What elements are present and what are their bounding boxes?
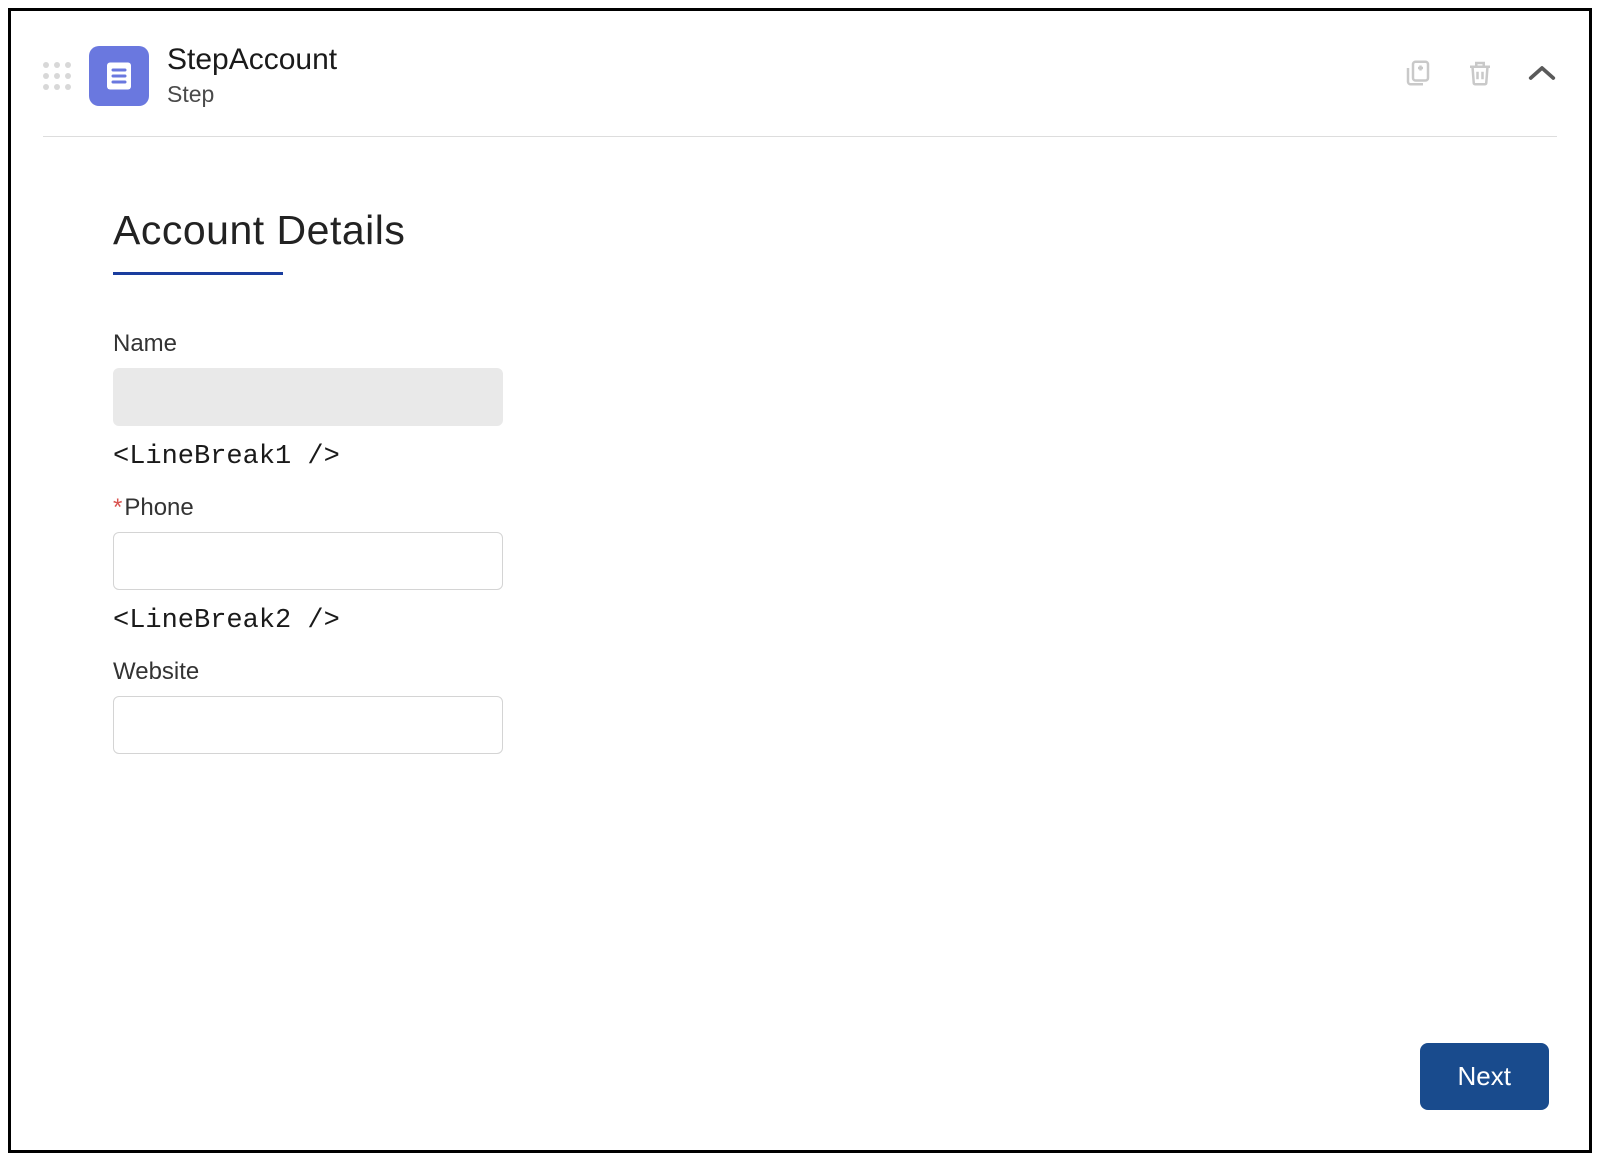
chevron-up-icon[interactable] (1527, 63, 1557, 88)
header-actions (1403, 58, 1557, 93)
phone-label: *Phone (113, 494, 1557, 522)
footer: Next (1420, 1043, 1549, 1110)
step-document-icon (89, 46, 149, 106)
heading-underline (113, 272, 283, 275)
required-asterisk-icon: * (113, 494, 122, 521)
linebreak1-tag: <LineBreak1 /> (113, 442, 1557, 472)
copy-icon[interactable] (1403, 58, 1433, 93)
step-panel: StepAccount Step (8, 8, 1592, 1153)
next-button[interactable]: Next (1420, 1043, 1549, 1110)
trash-icon[interactable] (1465, 58, 1495, 93)
step-title: StepAccount (167, 43, 337, 77)
name-label: Name (113, 330, 1557, 358)
website-label: Website (113, 658, 1557, 686)
form-content: Account Details Name <LineBreak1 /> *Pho… (43, 137, 1557, 754)
linebreak2-tag: <LineBreak2 /> (113, 606, 1557, 636)
header-left: StepAccount Step (43, 43, 337, 108)
phone-input[interactable] (113, 532, 503, 590)
step-subtitle: Step (167, 81, 337, 108)
phone-label-text: Phone (124, 494, 193, 521)
title-block: StepAccount Step (167, 43, 337, 108)
name-field-group: Name (113, 330, 1557, 426)
section-heading: Account Details (113, 207, 1557, 272)
website-field-group: Website (113, 658, 1557, 754)
step-header: StepAccount Step (43, 43, 1557, 137)
website-input[interactable] (113, 696, 503, 754)
name-input[interactable] (113, 368, 503, 426)
drag-handle-icon[interactable] (43, 62, 71, 90)
phone-field-group: *Phone (113, 494, 1557, 590)
